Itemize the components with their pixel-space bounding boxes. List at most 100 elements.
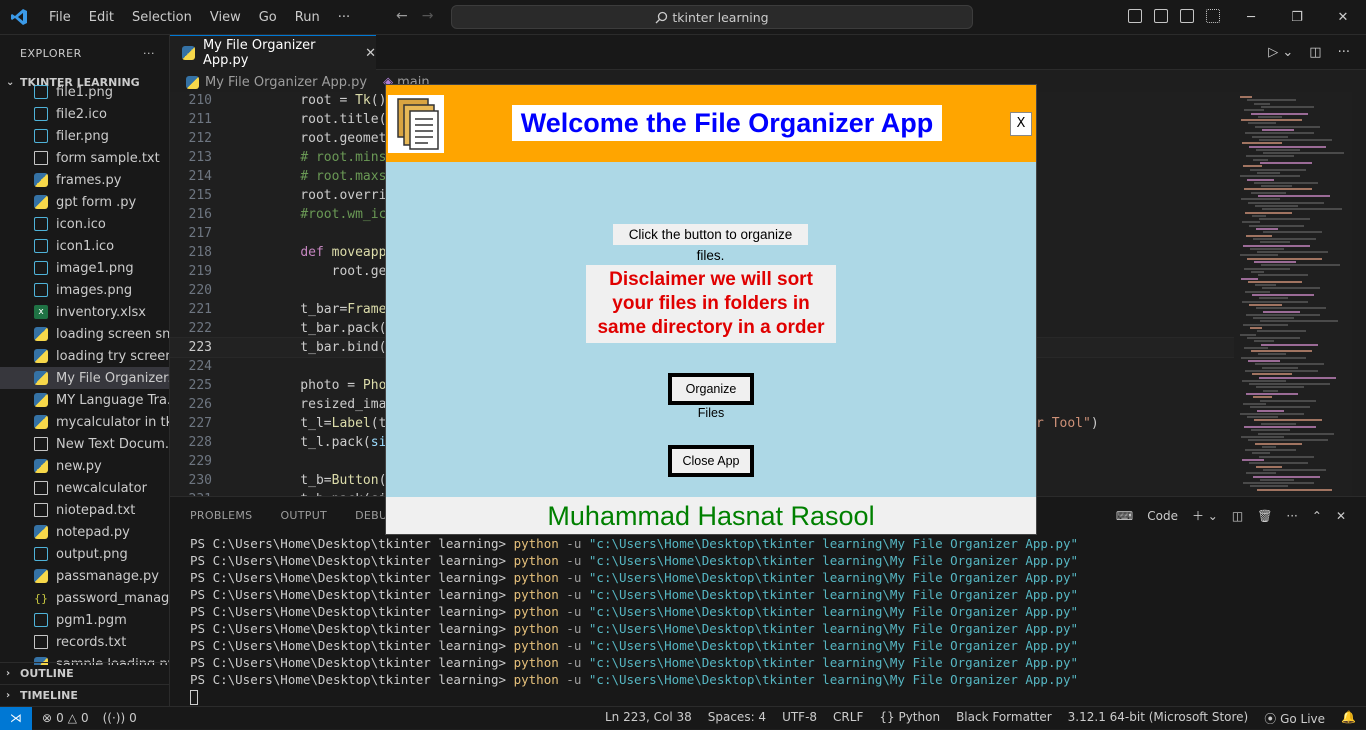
- file-item[interactable]: form sample.txt: [0, 147, 169, 169]
- new-terminal-icon[interactable]: ＋ ⌄: [1192, 507, 1218, 524]
- toggle-sidebar-icon[interactable]: [1128, 9, 1142, 23]
- python-file-icon: [34, 525, 48, 539]
- terminal-output[interactable]: PS C:\Users\Home\Desktop\tkinter learnin…: [190, 535, 1078, 705]
- file-item[interactable]: {} password_manag...: [0, 587, 169, 609]
- panel-more-icon[interactable]: ···: [1286, 509, 1297, 523]
- terminal-flag: -u: [566, 587, 582, 602]
- organize-files-button[interactable]: Organize Files: [668, 373, 754, 420]
- forward-arrow-icon[interactable]: →: [422, 8, 434, 24]
- minimap-line: [1255, 204, 1298, 207]
- language-mode[interactable]: {} Python: [879, 710, 940, 727]
- file-item[interactable]: file1.png: [0, 81, 169, 103]
- minimap-line: [1244, 267, 1290, 270]
- file-item[interactable]: gpt form .py: [0, 191, 169, 213]
- split-terminal-icon[interactable]: ◫: [1232, 509, 1243, 523]
- cursor-position[interactable]: Ln 223, Col 38: [605, 710, 692, 727]
- go-live[interactable]: ⦿ Go Live: [1264, 710, 1325, 727]
- file-item[interactable]: frames.py: [0, 169, 169, 191]
- tab-my-file-organizer[interactable]: My File Organizer App.py ✕: [170, 35, 376, 70]
- customize-layout-icon[interactable]: [1206, 9, 1220, 23]
- minimap-line: [1249, 145, 1326, 148]
- app-title-bar[interactable]: Welcome the File Organizer App X: [386, 85, 1036, 162]
- command-center-search[interactable]: tkinter learning: [451, 5, 973, 29]
- minimap-line: [1255, 284, 1276, 287]
- file-item[interactable]: images.png: [0, 279, 169, 301]
- menu-view[interactable]: View: [201, 10, 250, 25]
- file-item[interactable]: records.txt: [0, 631, 169, 653]
- search-icon: [655, 11, 668, 23]
- line-number: 227: [188, 416, 212, 431]
- breadcrumb-file[interactable]: My File Organizer App.py: [205, 75, 367, 90]
- file-item[interactable]: loading try screen...: [0, 345, 169, 367]
- file-item[interactable]: pgm1.pgm: [0, 609, 169, 631]
- explorer-sidebar: EXPLORER ··· ⌄ TKINTER LEARNING file1.pn…: [0, 35, 170, 706]
- broadcast-icon: ((·)): [102, 711, 126, 725]
- file-item[interactable]: output.png: [0, 543, 169, 565]
- run-python-icon[interactable]: ▷ ⌄: [1268, 45, 1293, 60]
- terminal-shell-label[interactable]: Code: [1147, 509, 1178, 523]
- file-item[interactable]: passmanage.py: [0, 565, 169, 587]
- tab-problems[interactable]: PROBLEMS: [190, 509, 252, 522]
- file-item[interactable]: My File Organizer...: [0, 367, 169, 389]
- minimap-line: [1243, 402, 1266, 405]
- file-item[interactable]: x inventory.xlsx: [0, 301, 169, 323]
- close-panel-icon[interactable]: ✕: [1336, 509, 1346, 523]
- restore-icon[interactable]: ❐: [1274, 0, 1320, 35]
- minimap-line: [1244, 346, 1268, 349]
- line-ending[interactable]: CRLF: [833, 710, 863, 727]
- file-item[interactable]: file2.ico: [0, 103, 169, 125]
- notifications-icon[interactable]: 🔔: [1341, 710, 1356, 727]
- line-number: 222: [188, 321, 212, 336]
- remote-indicator-icon[interactable]: ⋊: [0, 706, 32, 730]
- app-close-button[interactable]: X: [1010, 112, 1032, 136]
- menu-run[interactable]: Run: [286, 10, 329, 25]
- tab-close-icon[interactable]: ✕: [365, 46, 376, 61]
- minimap-line: [1260, 478, 1294, 481]
- file-item[interactable]: MY Language Tra...: [0, 389, 169, 411]
- interpreter[interactable]: 3.12.1 64-bit (Microsoft Store): [1068, 710, 1249, 727]
- menu-file[interactable]: File: [40, 10, 80, 25]
- file-item[interactable]: image1.png: [0, 257, 169, 279]
- file-label: passmanage.py: [56, 568, 159, 584]
- formatter[interactable]: Black Formatter: [956, 710, 1052, 727]
- menu-edit[interactable]: Edit: [80, 10, 123, 25]
- explorer-more-button[interactable]: ···: [143, 47, 155, 60]
- file-item[interactable]: notepad.py: [0, 521, 169, 543]
- file-item[interactable]: New Text Docum...: [0, 433, 169, 455]
- indentation[interactable]: Spaces: 4: [708, 710, 766, 727]
- file-item[interactable]: mycalculator in tk...: [0, 411, 169, 433]
- encoding[interactable]: UTF-8: [782, 710, 817, 727]
- terminal-input-line[interactable]: [190, 688, 1078, 705]
- editor-more-icon[interactable]: ···: [1338, 45, 1350, 60]
- file-item[interactable]: icon.ico: [0, 213, 169, 235]
- timeline-section[interactable]: › TIMELINE: [0, 684, 169, 706]
- menu-selection[interactable]: Selection: [123, 10, 201, 25]
- menu-more[interactable]: ···: [329, 10, 359, 25]
- close-window-icon[interactable]: ✕: [1320, 0, 1366, 35]
- minimap-line: [1253, 317, 1294, 320]
- line-number: 210: [188, 93, 212, 108]
- file-item[interactable]: newcalculator: [0, 477, 169, 499]
- minimize-icon[interactable]: ─: [1228, 0, 1274, 35]
- close-app-button[interactable]: Close App: [668, 445, 754, 477]
- toggle-secondary-sidebar-icon[interactable]: [1180, 9, 1194, 23]
- tab-output[interactable]: OUTPUT: [280, 509, 327, 522]
- minimap-line: [1246, 155, 1294, 158]
- split-editor-icon[interactable]: ◫: [1309, 45, 1321, 60]
- file-item[interactable]: filer.png: [0, 125, 169, 147]
- minimap-line: [1257, 409, 1284, 412]
- toggle-panel-icon[interactable]: [1154, 9, 1168, 23]
- menu-go[interactable]: Go: [250, 10, 286, 25]
- minimap-line: [1251, 429, 1290, 432]
- maximize-panel-icon[interactable]: ⌃: [1312, 509, 1322, 523]
- outline-section[interactable]: › OUTLINE: [0, 662, 169, 684]
- file-item[interactable]: icon1.ico: [0, 235, 169, 257]
- kill-terminal-icon[interactable]: 🗑: [1257, 509, 1272, 523]
- file-item[interactable]: new.py: [0, 455, 169, 477]
- ports-status[interactable]: ((·)) 0: [103, 711, 137, 725]
- minimap[interactable]: [1234, 92, 1352, 496]
- problems-status[interactable]: ⊗ 0 △ 0: [42, 711, 89, 725]
- back-arrow-icon[interactable]: ←: [396, 8, 408, 24]
- file-item[interactable]: loading screen sni...: [0, 323, 169, 345]
- file-item[interactable]: niotepad.txt: [0, 499, 169, 521]
